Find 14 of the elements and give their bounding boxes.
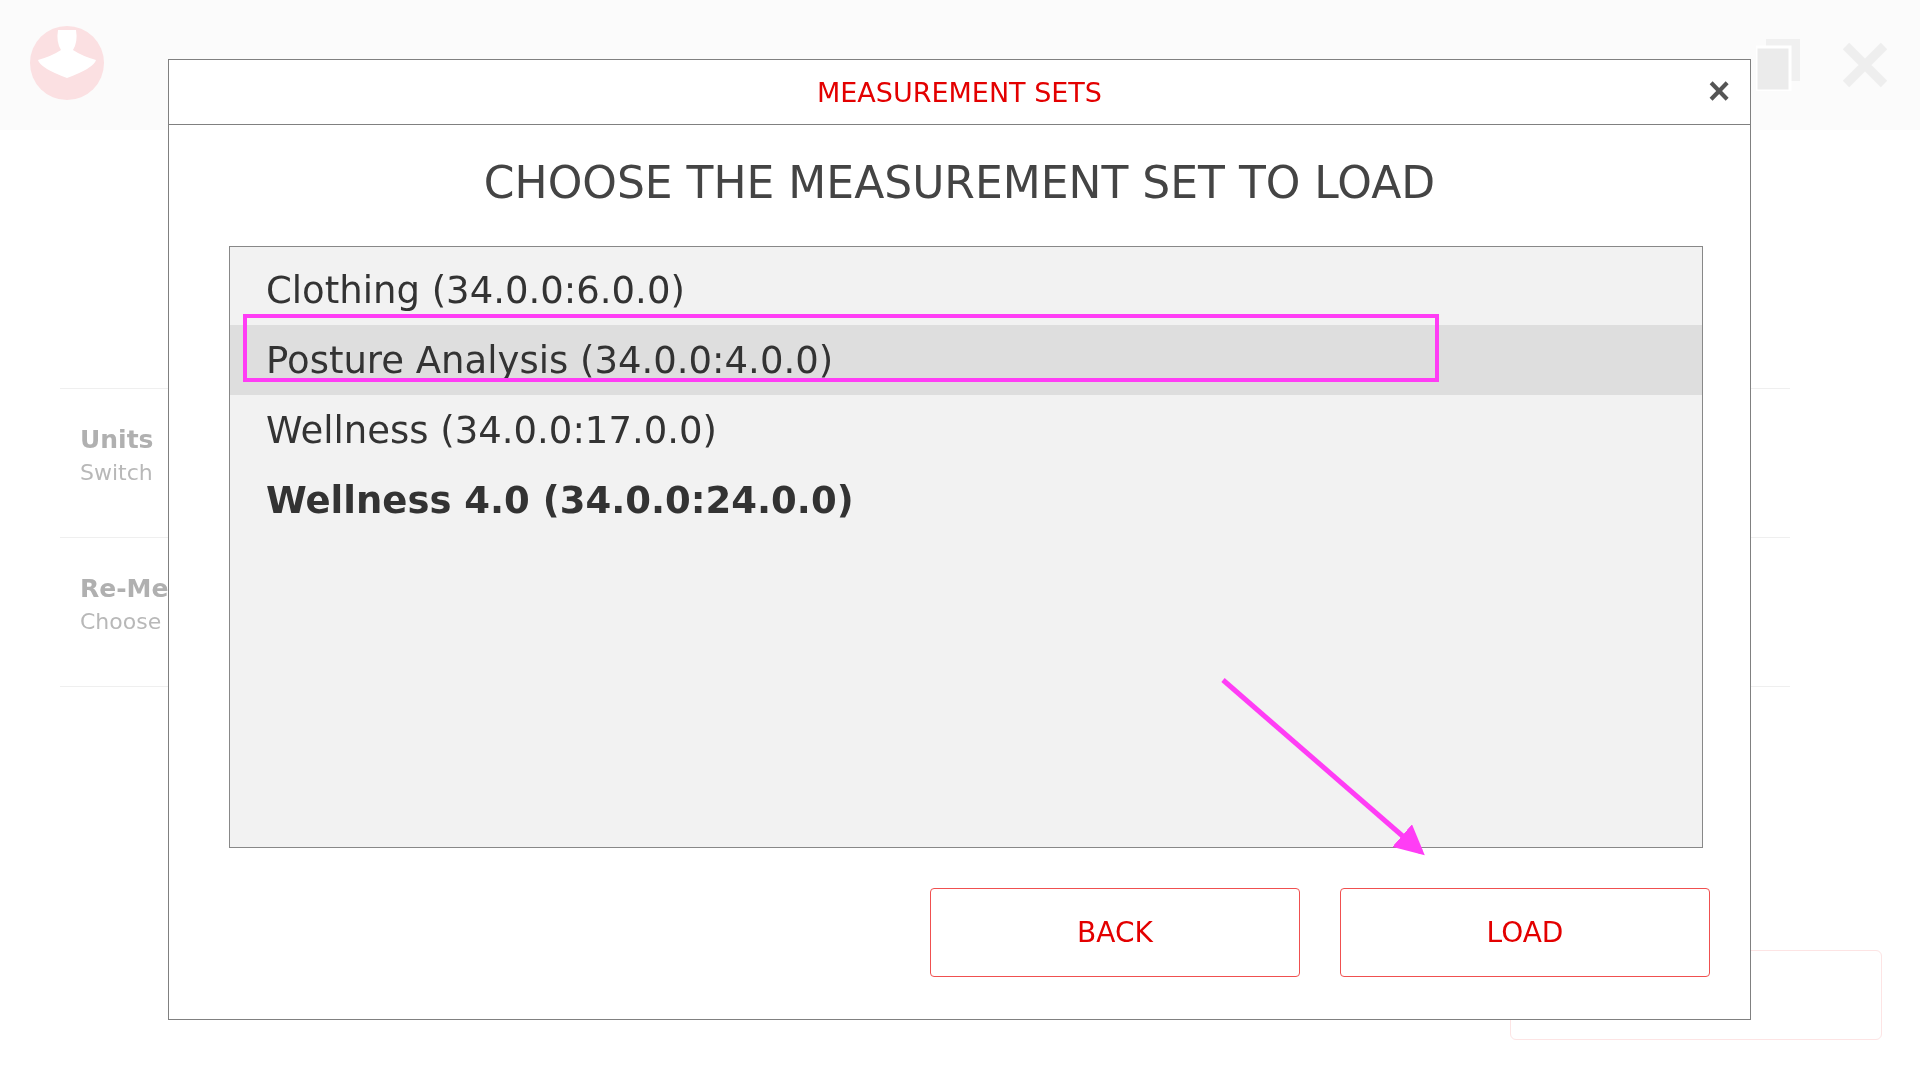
- dialog-title: MEASUREMENT SETS: [817, 76, 1102, 108]
- load-button[interactable]: LOAD: [1340, 888, 1710, 977]
- list-item[interactable]: Clothing (34.0.0:6.0.0): [230, 255, 1702, 325]
- close-button[interactable]: ×: [1700, 72, 1738, 110]
- back-button[interactable]: BACK: [930, 888, 1300, 977]
- setting-label: Units: [80, 425, 154, 454]
- logo-icon: [30, 26, 104, 100]
- list-item[interactable]: Posture Analysis (34.0.0:4.0.0): [230, 325, 1702, 395]
- dialog-heading: CHOOSE THE MEASUREMENT SET TO LOAD: [482, 157, 1437, 208]
- list-item[interactable]: Wellness (34.0.0:17.0.0): [230, 395, 1702, 465]
- setting-description: Switch: [80, 460, 153, 485]
- setting-description: Choose: [80, 609, 162, 634]
- list-item[interactable]: Wellness 4.0 (34.0.0:24.0.0): [230, 465, 1702, 535]
- setting-label: Re-Me: [80, 574, 169, 603]
